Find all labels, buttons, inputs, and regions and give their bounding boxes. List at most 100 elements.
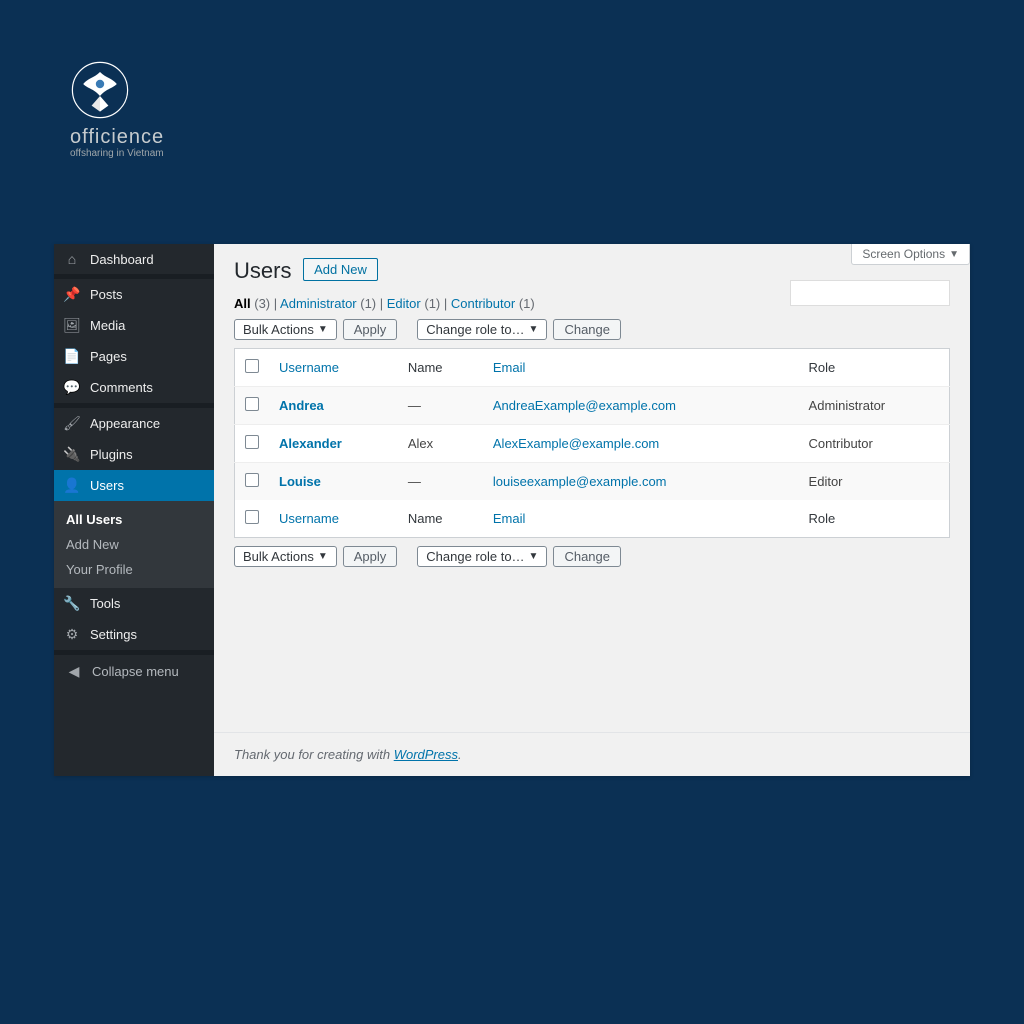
bulk-actions-select[interactable]: Bulk Actions▼ — [234, 546, 337, 567]
table-footer-row: Username Name Email Role — [235, 500, 950, 538]
change-button[interactable]: Change — [553, 319, 621, 340]
sidebar-item-dashboard[interactable]: ⌂ Dashboard — [54, 244, 214, 274]
tools-icon: 🔧 — [62, 595, 82, 612]
table-row: Andrea — AndreaExample@example.com Admin… — [235, 387, 950, 425]
brand-name: officience — [70, 126, 164, 149]
sidebar-item-label: Users — [90, 478, 124, 493]
submenu-your-profile[interactable]: Your Profile — [54, 557, 214, 582]
sidebar-item-label: Dashboard — [90, 252, 154, 267]
submenu-add-new[interactable]: Add New — [54, 532, 214, 557]
sidebar-item-label: Posts — [90, 287, 123, 302]
users-table: Username Name Email Role Andrea — Andrea… — [234, 348, 950, 538]
chevron-down-icon: ▼ — [529, 551, 539, 562]
collapse-label: Collapse menu — [92, 664, 179, 679]
users-icon: 👤 — [62, 477, 82, 494]
col-name: Name — [398, 500, 483, 538]
user-link[interactable]: Andrea — [279, 398, 324, 413]
user-name: Alex — [398, 425, 483, 463]
user-email[interactable]: louiseexample@example.com — [493, 474, 667, 489]
sidebar-item-tools[interactable]: 🔧 Tools — [54, 588, 214, 619]
pin-icon: 📌 — [62, 286, 82, 303]
plugins-icon: 🔌 — [62, 446, 82, 463]
pages-icon: 📄 — [62, 348, 82, 365]
row-checkbox[interactable] — [245, 435, 259, 449]
filter-all[interactable]: All — [234, 296, 251, 311]
user-email[interactable]: AlexExample@example.com — [493, 436, 659, 451]
table-row: Louise — louiseexample@example.com Edito… — [235, 463, 950, 501]
screen-options-label: Screen Options — [862, 247, 945, 261]
user-link[interactable]: Louise — [279, 474, 321, 489]
user-email[interactable]: AndreaExample@example.com — [493, 398, 676, 413]
chevron-down-icon: ▼ — [529, 324, 539, 335]
col-email[interactable]: Email — [483, 500, 799, 538]
user-name: — — [398, 387, 483, 425]
sidebar-item-plugins[interactable]: 🔌 Plugins — [54, 439, 214, 470]
apply-button[interactable]: Apply — [343, 546, 398, 567]
sidebar-item-label: Appearance — [90, 416, 160, 431]
chevron-down-icon: ▼ — [318, 551, 328, 562]
collapse-menu[interactable]: ◀ Collapse menu — [54, 655, 214, 688]
sidebar-item-comments[interactable]: 💬 Comments — [54, 372, 214, 403]
table-row: Alexander Alex AlexExample@example.com C… — [235, 425, 950, 463]
bulk-actions-select[interactable]: Bulk Actions▼ — [234, 319, 337, 340]
admin-app: ⌂ Dashboard 📌 Posts 🖼 Media 📄 Pages 💬 Co… — [54, 244, 970, 776]
row-checkbox[interactable] — [245, 397, 259, 411]
filter-editor[interactable]: Editor — [387, 296, 421, 311]
change-role-select[interactable]: Change role to…▼ — [417, 546, 547, 567]
sidebar-item-label: Media — [90, 318, 125, 333]
select-all-checkbox[interactable] — [245, 510, 259, 524]
settings-icon: ⚙ — [62, 626, 82, 643]
submenu-all-users[interactable]: All Users — [54, 507, 214, 532]
user-name: — — [398, 463, 483, 501]
wordpress-link[interactable]: WordPress — [394, 747, 458, 762]
apply-button[interactable]: Apply — [343, 319, 398, 340]
bottom-tablenav: Bulk Actions▼ Apply Change role to…▼ Cha… — [234, 546, 950, 567]
admin-footer: Thank you for creating with WordPress. — [214, 732, 970, 776]
filter-contributor[interactable]: Contributor — [451, 296, 515, 311]
col-username[interactable]: Username — [269, 500, 398, 538]
sidebar-item-posts[interactable]: 📌 Posts — [54, 279, 214, 310]
sidebar-item-label: Settings — [90, 627, 137, 642]
filter-administrator[interactable]: Administrator — [280, 296, 357, 311]
search-input[interactable] — [790, 280, 950, 306]
screen-options-toggle[interactable]: Screen Options ▼ — [851, 244, 970, 265]
collapse-icon: ◀ — [64, 663, 84, 680]
user-role: Editor — [799, 463, 950, 501]
add-new-button[interactable]: Add New — [303, 258, 378, 281]
chevron-down-icon: ▼ — [318, 324, 328, 335]
sidebar-item-label: Comments — [90, 380, 153, 395]
col-role: Role — [799, 349, 950, 387]
col-role: Role — [799, 500, 950, 538]
col-name: Name — [398, 349, 483, 387]
sidebar-item-label: Tools — [90, 596, 120, 611]
brand-tagline: offsharing in Vietnam — [70, 148, 164, 159]
row-checkbox[interactable] — [245, 473, 259, 487]
table-header-row: Username Name Email Role — [235, 349, 950, 387]
user-role: Contributor — [799, 425, 950, 463]
main-panel: Screen Options ▼ Users Add New All (3) |… — [214, 244, 970, 776]
sidebar-item-users[interactable]: 👤 Users — [54, 470, 214, 501]
sidebar-item-pages[interactable]: 📄 Pages — [54, 341, 214, 372]
change-role-select[interactable]: Change role to…▼ — [417, 319, 547, 340]
sidebar-item-label: Pages — [90, 349, 127, 364]
select-all-checkbox[interactable] — [245, 359, 259, 373]
dashboard-icon: ⌂ — [62, 251, 82, 267]
sidebar-submenu-users: All Users Add New Your Profile — [54, 501, 214, 588]
col-email[interactable]: Email — [483, 349, 799, 387]
page-title: Users — [234, 258, 291, 284]
change-button[interactable]: Change — [553, 546, 621, 567]
appearance-icon: 🖌 — [62, 415, 82, 432]
user-link[interactable]: Alexander — [279, 436, 342, 451]
sidebar-item-settings[interactable]: ⚙ Settings — [54, 619, 214, 650]
top-tablenav: Bulk Actions▼ Apply Change role to…▼ Cha… — [234, 319, 950, 340]
admin-sidebar: ⌂ Dashboard 📌 Posts 🖼 Media 📄 Pages 💬 Co… — [54, 244, 214, 776]
sidebar-item-appearance[interactable]: 🖌 Appearance — [54, 408, 214, 439]
officience-logo-icon — [70, 60, 130, 120]
sidebar-item-media[interactable]: 🖼 Media — [54, 310, 214, 341]
media-icon: 🖼 — [62, 317, 82, 334]
col-username[interactable]: Username — [269, 349, 398, 387]
brand: officience offsharing in Vietnam — [70, 60, 164, 159]
chevron-down-icon: ▼ — [949, 249, 959, 260]
user-role: Administrator — [799, 387, 950, 425]
sidebar-item-label: Plugins — [90, 447, 133, 462]
